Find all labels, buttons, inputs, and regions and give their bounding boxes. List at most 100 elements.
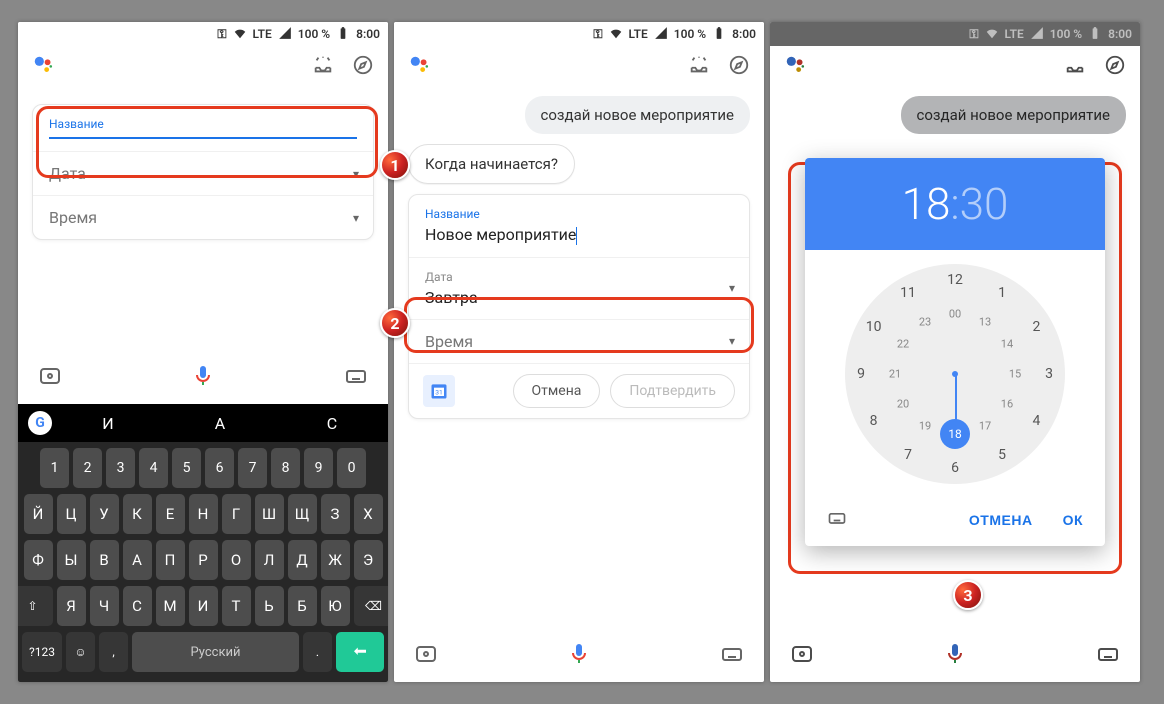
time-cancel-button[interactable]: ОТМЕНА [969,512,1033,528]
key[interactable]: И [189,586,218,626]
key[interactable]: Ж [321,540,350,580]
key[interactable]: 2 [73,448,102,488]
key[interactable]: М [156,586,185,626]
key[interactable]: Э [354,540,383,580]
clock-hour[interactable]: 3 [1045,366,1053,382]
clock-hour[interactable]: 10 [866,319,882,335]
mic-icon[interactable] [191,364,215,392]
mic-icon[interactable] [567,642,591,670]
key[interactable]: А [123,540,152,580]
key[interactable]: К [123,494,152,534]
inbox-icon[interactable] [312,54,334,80]
clock-hour[interactable]: 14 [1001,338,1013,351]
key[interactable]: Д [288,540,317,580]
enter-key[interactable] [336,632,384,672]
clock-hour[interactable]: 00 [949,308,961,321]
clock-hour[interactable]: 16 [1001,398,1013,411]
clock-hour[interactable]: 4 [1032,413,1040,429]
suggestion[interactable]: С [276,414,388,433]
key[interactable]: Ц [57,494,86,534]
calendar-app-icon[interactable]: 31 [423,375,455,407]
key[interactable]: 0 [337,448,366,488]
clock-hour[interactable]: 2 [1032,319,1040,335]
clock-hour[interactable]: 20 [897,398,909,411]
key[interactable]: Б [288,586,317,626]
cancel-button[interactable]: Отмена [513,374,601,408]
backspace-key[interactable]: ⌫ [354,586,389,626]
key[interactable]: З [321,494,350,534]
key[interactable]: Х [354,494,383,534]
clock-hour[interactable]: 9 [857,366,865,382]
key[interactable]: Й [24,494,53,534]
key[interactable]: У [90,494,119,534]
key[interactable]: 9 [304,448,333,488]
clock-hour[interactable]: 15 [1009,368,1021,381]
clock-hour[interactable]: 21 [889,368,901,381]
key[interactable]: Ы [57,540,86,580]
period-key[interactable]: . [303,632,332,672]
compass-icon[interactable] [728,54,750,80]
hour-display[interactable]: 18 [902,178,951,230]
key[interactable]: 4 [139,448,168,488]
clock-hour[interactable]: 17 [979,419,991,432]
key[interactable]: Ь [255,586,284,626]
key[interactable]: 1 [40,448,69,488]
time-field[interactable]: Время ▾ [409,320,749,364]
comma-key[interactable]: , [99,632,128,672]
time-field[interactable]: Время ▾ [33,196,373,239]
key[interactable]: П [156,540,185,580]
clock-hour[interactable]: 22 [897,338,909,351]
google-g-icon[interactable]: G [28,411,52,435]
compass-icon[interactable] [352,54,374,80]
clock-hour[interactable]: 8 [870,413,878,429]
date-field[interactable]: Дата ▾ [33,152,373,196]
clock-hour[interactable]: 7 [904,447,912,463]
key[interactable]: Т [222,586,251,626]
lens-icon[interactable] [414,642,438,670]
key[interactable]: Ч [90,586,119,626]
lens-icon[interactable] [38,364,62,392]
clock-hour-selected[interactable]: 18 [940,419,970,449]
key[interactable]: 6 [205,448,234,488]
key[interactable]: Е [156,494,185,534]
clock-hour[interactable]: 12 [947,272,963,288]
symbols-key[interactable]: ?123 [22,632,62,672]
keyboard-input-icon[interactable] [827,508,847,532]
key[interactable]: 8 [271,448,300,488]
title-field[interactable]: Название Новое мероприятие [409,195,749,258]
emoji-key[interactable]: ☺ [66,632,95,672]
key[interactable]: 5 [172,448,201,488]
key[interactable]: В [90,540,119,580]
key[interactable]: Ф [24,540,53,580]
key[interactable]: Л [255,540,284,580]
key[interactable]: 3 [106,448,135,488]
minute-display[interactable]: 30 [960,178,1009,230]
confirm-button[interactable]: Подтвердить [610,374,735,408]
suggestion[interactable]: А [164,414,276,433]
clock-hour[interactable]: 5 [998,447,1006,463]
key[interactable]: Ш [255,494,284,534]
key[interactable]: Ю [321,586,350,626]
key[interactable]: Г [222,494,251,534]
date-field[interactable]: Дата Завтра ▾ [409,258,749,320]
inbox-icon[interactable] [688,54,710,80]
key[interactable]: Щ [288,494,317,534]
time-ok-button[interactable]: ОК [1063,512,1083,528]
clock-hour[interactable]: 23 [919,316,931,329]
key[interactable]: Я [57,586,86,626]
shift-key[interactable]: ⇧ [18,586,53,626]
suggestion[interactable]: И [52,414,164,433]
key[interactable]: Р [189,540,218,580]
keyboard[interactable]: 1234567890 ЙЦУКЕНГШЩЗХ ФЫВАПРОЛДЖЭ ⇧ ЯЧС… [18,442,388,682]
keyboard-icon[interactable] [344,364,368,392]
key[interactable]: 7 [238,448,267,488]
space-key[interactable]: Русский [132,632,299,672]
clock-face[interactable]: 121234567891011001314151617181920212223 [845,264,1065,484]
title-field[interactable]: Название [33,105,373,152]
key[interactable]: О [222,540,251,580]
clock-hour[interactable]: 6 [951,460,959,476]
keyboard-icon[interactable] [720,642,744,670]
clock-hour[interactable]: 13 [979,316,991,329]
key[interactable]: С [123,586,152,626]
clock-hour[interactable]: 11 [900,285,916,301]
